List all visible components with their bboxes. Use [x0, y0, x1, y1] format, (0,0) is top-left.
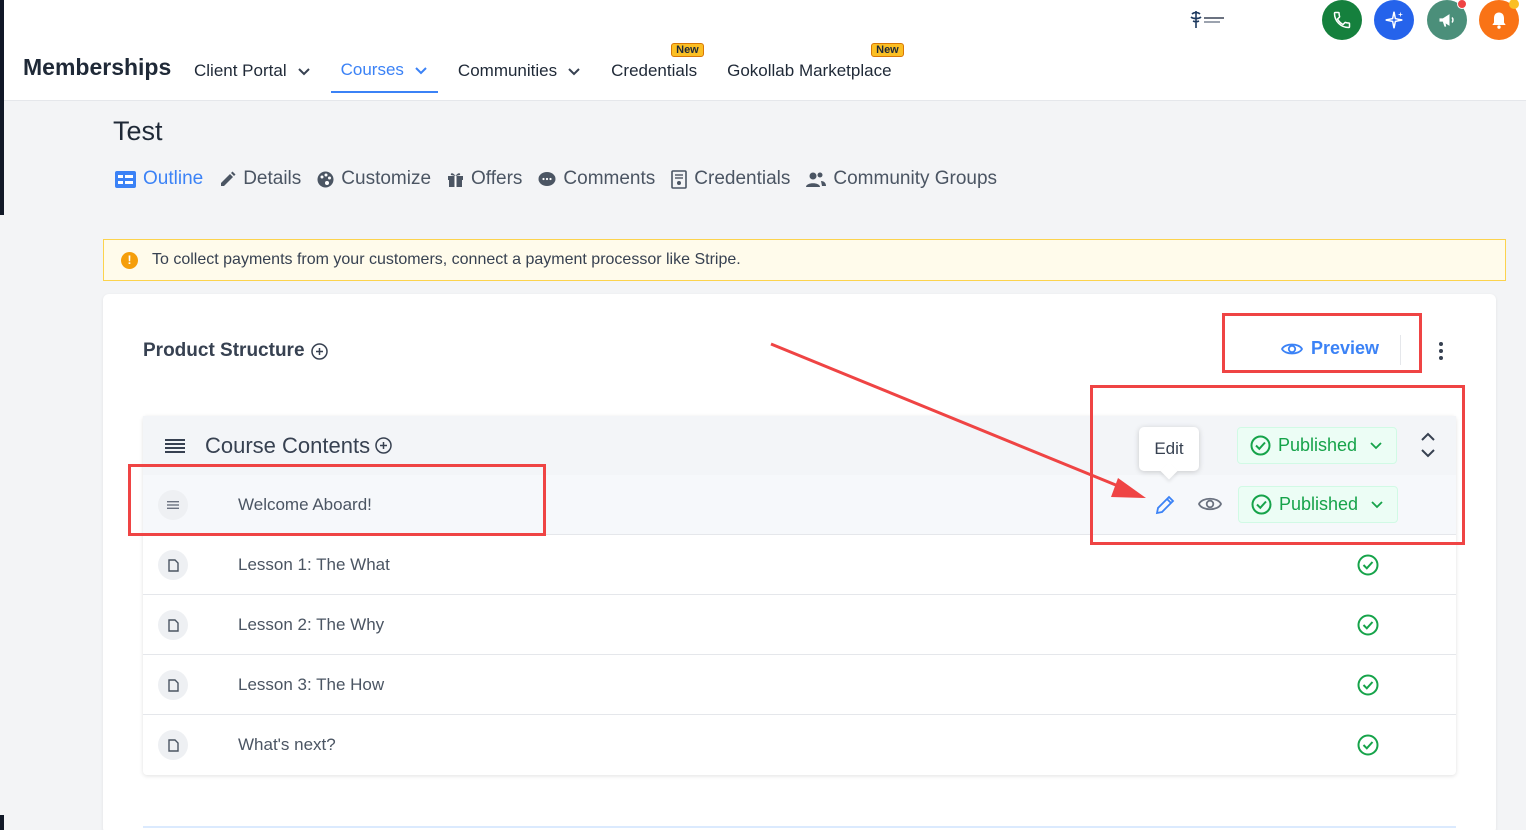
nav-credentials[interactable]: New Credentials	[601, 43, 707, 93]
chevron-down-icon	[568, 67, 580, 75]
tab-comments[interactable]: Comments	[538, 168, 655, 190]
nav-communities[interactable]: Communities	[448, 48, 591, 93]
published-check-icon	[1357, 674, 1379, 696]
gift-icon	[448, 172, 464, 187]
tab-community-groups[interactable]: Community Groups	[806, 168, 997, 190]
payment-processor-alert: ! To collect payments from your customer…	[103, 239, 1506, 281]
new-badge: New	[671, 43, 704, 57]
nav-credentials-label: Credentials	[611, 60, 698, 80]
tab-offers-label: Offers	[471, 168, 523, 189]
warning-icon: !	[121, 251, 138, 269]
add-circle-icon[interactable]	[375, 437, 392, 454]
palette-icon	[317, 171, 334, 187]
lesson-title: Lesson 3: The How	[238, 675, 385, 694]
lesson-row[interactable]: Lesson 3: The How	[143, 655, 1456, 715]
notification-dot	[1509, 0, 1519, 9]
course-contents-label: Course Contents	[205, 432, 371, 458]
published-check-icon	[1357, 734, 1379, 756]
product-structure-card: Product Structure Preview Course Content…	[103, 294, 1496, 830]
notification-dot	[1457, 0, 1467, 9]
chevron-down-icon	[297, 67, 310, 75]
nav-gokollab-marketplace-label: Gokollab Marketplace	[727, 60, 892, 80]
bell-icon	[1492, 12, 1506, 29]
outline-icon	[115, 170, 136, 188]
tab-details-label: Details	[243, 168, 302, 189]
notifications-button[interactable]	[1479, 0, 1519, 40]
megaphone-icon	[1439, 14, 1454, 27]
hipaa-logo	[1190, 11, 1224, 28]
course-subtabs: Outline Details Customize Offers Comment…	[115, 168, 1013, 190]
tab-credentials[interactable]: Credentials	[671, 168, 790, 190]
nav-courses[interactable]: Courses	[330, 48, 438, 93]
tab-customize-label: Customize	[341, 168, 432, 189]
chevron-down-icon	[415, 66, 427, 74]
product-structure-label: Product Structure	[143, 340, 305, 361]
pencil-icon	[221, 171, 236, 186]
tab-details[interactable]: Details	[219, 168, 301, 190]
alert-text: To collect payments from your customers,…	[152, 251, 741, 268]
left-edge-strip-bottom	[0, 815, 4, 830]
add-circle-icon[interactable]	[310, 342, 328, 360]
lesson-title: Lesson 1: The What	[238, 555, 390, 574]
top-navigation-bar: Memberships Client Portal Courses Commun…	[4, 0, 1526, 101]
lesson-title: Lesson 2: The Why	[238, 615, 385, 634]
tab-outline-label: Outline	[143, 168, 204, 189]
users-icon	[806, 172, 827, 187]
annotation-box-row-actions	[1090, 385, 1465, 545]
phone-button[interactable]	[1322, 0, 1362, 40]
main-nav: Client Portal Courses Communities New Cr…	[184, 43, 912, 100]
ai-assistant-button[interactable]	[1374, 0, 1414, 40]
annotation-box-preview	[1222, 313, 1422, 373]
sparkle-icon	[1385, 11, 1404, 29]
announcements-button[interactable]	[1427, 0, 1467, 40]
lesson-row[interactable]: Lesson 2: The Why	[143, 595, 1456, 655]
published-check-icon	[1357, 614, 1379, 636]
document-icon	[158, 550, 188, 580]
annotation-box-lesson	[128, 464, 546, 536]
nav-courses-label: Courses	[340, 59, 404, 79]
document-icon	[158, 610, 188, 640]
lesson-row[interactable]: What's next?	[143, 715, 1456, 775]
document-icon	[158, 670, 188, 700]
new-badge: New	[871, 43, 904, 57]
nav-client-portal[interactable]: Client Portal	[184, 48, 321, 93]
tab-comments-label: Comments	[563, 168, 656, 189]
course-contents-title: Course Contents	[205, 433, 392, 459]
document-icon	[158, 730, 188, 760]
product-structure-title: Product Structure	[143, 340, 328, 362]
lesson-title: What's next?	[238, 735, 336, 754]
nav-communities-label: Communities	[457, 60, 558, 80]
more-options-button[interactable]	[1435, 336, 1447, 366]
next-section-edge	[143, 826, 1456, 828]
certificate-icon	[671, 169, 688, 189]
drag-handle-icon[interactable]	[165, 438, 185, 454]
nav-client-portal-label: Client Portal	[194, 60, 287, 80]
app-title: Memberships	[23, 54, 172, 80]
page-title: Test	[113, 116, 163, 146]
tab-customize[interactable]: Customize	[317, 168, 431, 190]
tab-community-groups-label: Community Groups	[833, 168, 998, 189]
tab-outline[interactable]: Outline	[115, 168, 203, 190]
phone-icon	[1333, 11, 1351, 29]
nav-gokollab-marketplace[interactable]: New Gokollab Marketplace	[717, 43, 904, 93]
tab-offers[interactable]: Offers	[447, 168, 522, 190]
published-check-icon	[1357, 554, 1379, 576]
comment-icon	[538, 171, 556, 186]
tab-credentials-label: Credentials	[694, 168, 791, 189]
